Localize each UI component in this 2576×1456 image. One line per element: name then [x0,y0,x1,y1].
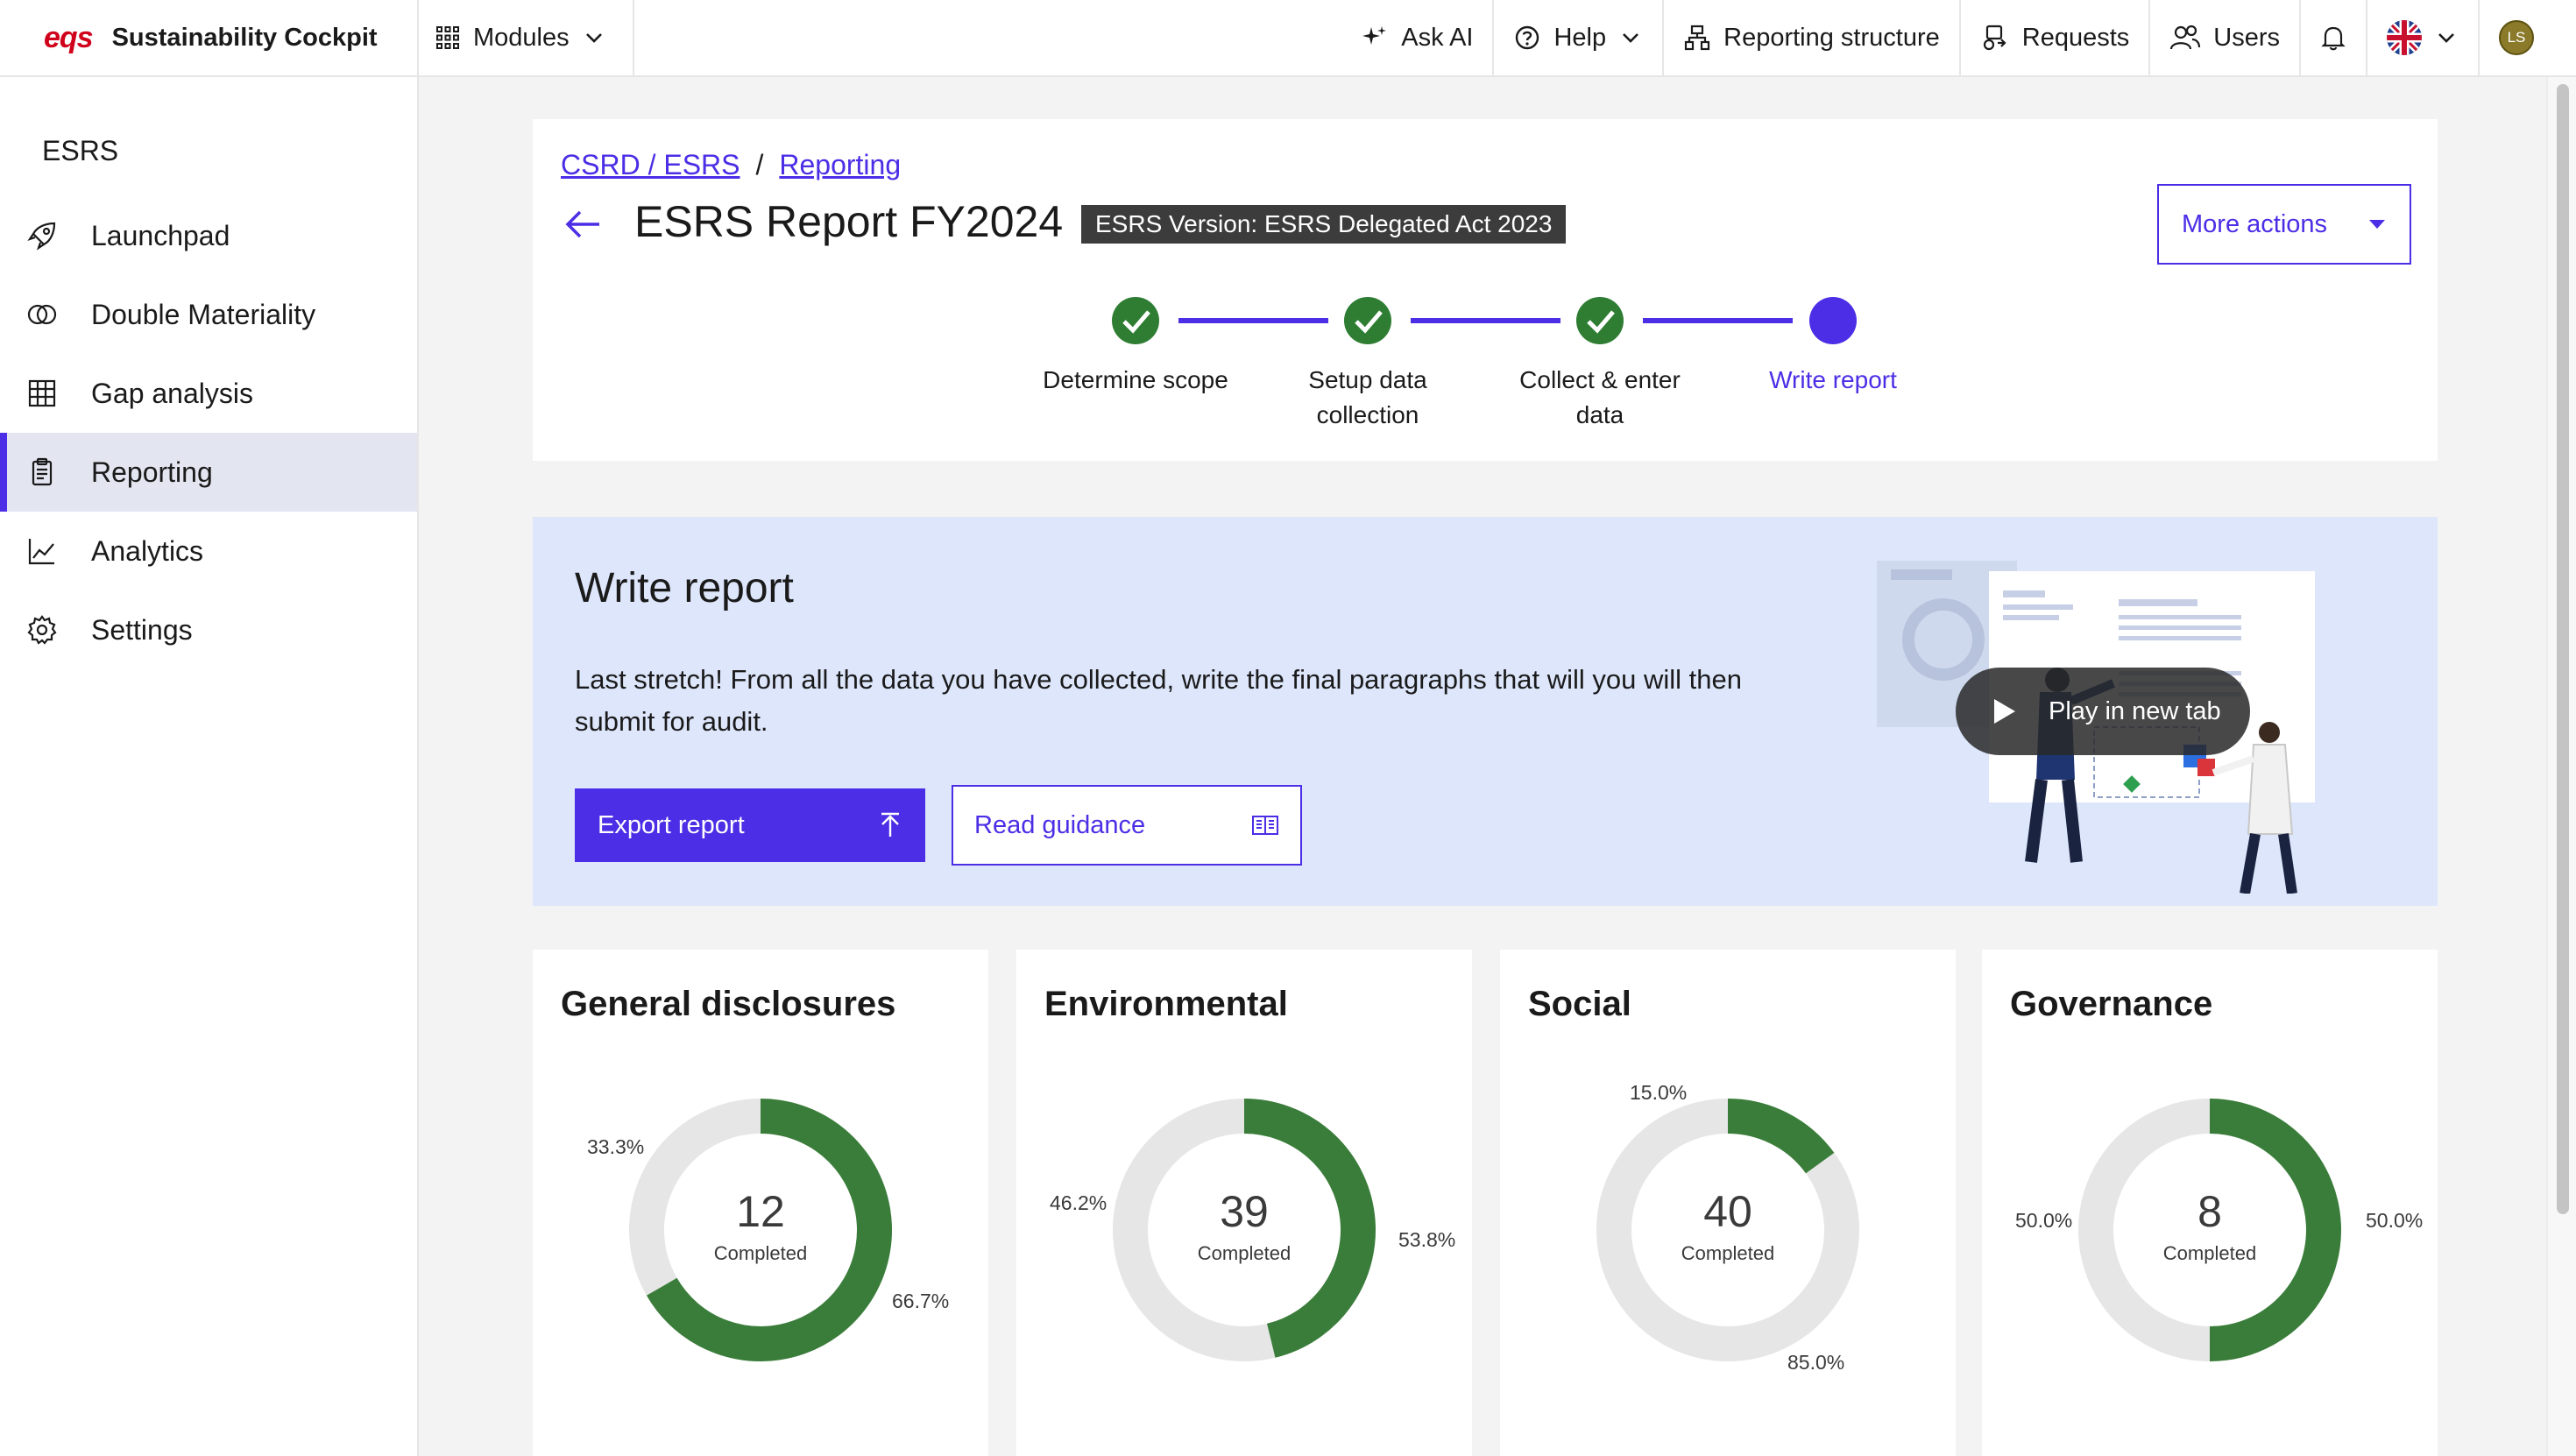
completed-label: Completed [1681,1242,1775,1264]
clipboard-icon [32,457,53,486]
bell-icon [2321,26,2346,51]
help-label: Help [1553,23,1607,52]
eqs-logo: eqs [44,20,94,54]
card-title: Social [1528,985,1631,1023]
sidebar-item-label: Settings [91,613,193,646]
sidebar-item-launchpad[interactable]: Launchpad [0,196,417,275]
sidebar: ESRS Launchpad Double Materiality Gap an… [0,77,419,1456]
completed-label: Completed [713,1242,808,1264]
reporting-structure-label: Reporting structure [1723,23,1940,52]
user-menu[interactable]: LS [2480,0,2576,76]
sidebar-item-label: Gap analysis [91,377,253,409]
donut-completed-percent: 66.7% [892,1290,950,1312]
card-title: Environmental [1044,985,1288,1023]
sidebar-item-label: Launchpad [91,219,230,251]
completed-count: 12 [736,1187,785,1236]
donut-remaining-percent: 85.0% [1787,1351,1845,1374]
step-label-setup-data-collection[interactable]: Setup data collection [1254,363,1482,433]
progress-stepper [1112,297,1857,344]
book-open-icon [1252,816,1278,835]
export-report-label: Export report [598,810,745,839]
chevron-down-icon [585,33,602,43]
chevron-down-icon [1623,33,1639,43]
donut-completed-percent: 46.2% [1050,1191,1108,1214]
reporting-structure-button[interactable]: Reporting structure [1664,0,1961,76]
avatar: LS [2499,20,2534,55]
rocket-icon [27,222,56,251]
help-menu[interactable]: Help [1494,0,1665,76]
donut-remaining-percent: 50.0% [2015,1209,2073,1232]
sidebar-item-reporting[interactable]: Reporting [0,433,417,512]
users-icon [2170,25,2201,50]
modules-menu[interactable]: Modules [419,0,634,76]
brand-name: Sustainability Cockpit [111,23,378,52]
play-icon [1994,699,2015,724]
page-scrollbar[interactable] [2546,77,2576,1456]
help-circle-icon [1516,25,1539,50]
ask-ai-button[interactable]: Ask AI [1341,0,1495,76]
uk-flag-icon [2387,20,2422,55]
read-guidance-button[interactable]: Read guidance [952,785,1302,866]
chevron-down-icon [2438,33,2454,43]
requests-icon [1983,25,2006,51]
overlap-circles-icon [27,304,57,325]
report-header-card: CSRD / ESRS / Reporting ESRS Report FY20… [533,119,2438,461]
sidebar-item-settings[interactable]: Settings [0,590,417,669]
step-label-determine-scope[interactable]: Determine scope [1022,363,1249,398]
sidebar-item-label: Double Materiality [91,298,316,330]
users-button[interactable]: Users [2150,0,2301,76]
completed-count: 40 [1703,1187,1752,1236]
top-bar: eqs Sustainability Cockpit Modules Ask A… [0,0,2576,77]
banner-description: Last stretch! From all the data you have… [575,664,1742,737]
donut-completed-percent: 50.0% [2366,1209,2424,1232]
donut-completed-segment [1727,1099,1835,1174]
users-label: Users [2213,23,2280,52]
scrollbar-thumb[interactable] [2557,84,2569,1214]
ask-ai-label: Ask AI [1401,23,1474,52]
requests-label: Requests [2021,23,2130,52]
sidebar-item-label: Reporting [91,456,213,488]
step-label-collect-enter-data[interactable]: Collect & enter data [1486,363,1714,433]
sidebar-item-label: Analytics [91,534,204,567]
stat-card-social[interactable]: Social 40 Completed 15.0% 85.0% [1500,950,1956,1456]
donut-completed-percent: 15.0% [1630,1081,1688,1104]
donut-remaining-percent: 53.8% [1398,1228,1456,1251]
banner-title: Write report [575,565,794,611]
step-done-check-icon[interactable] [1576,297,1624,344]
donut-remaining-percent: 33.3% [587,1135,645,1158]
modules-label: Modules [473,23,570,52]
sidebar-item-analytics[interactable]: Analytics [0,512,417,590]
org-structure-icon [1685,25,1710,51]
step-done-check-icon[interactable] [1112,297,1159,344]
stat-card-environmental[interactable]: Environmental 39 Completed 46.2% 53.8% [1016,950,1472,1456]
sparkle-icon [1362,26,1387,45]
step-label-write-report[interactable]: Write report [1719,363,1947,398]
sidebar-title: ESRS [42,135,119,166]
brand[interactable]: eqs Sustainability Cockpit [0,0,419,76]
read-guidance-label: Read guidance [974,810,1146,839]
requests-button[interactable]: Requests [1961,0,2151,76]
sidebar-item-double-materiality[interactable]: Double Materiality [0,275,417,354]
write-report-banner: Write report Last stretch! From all the … [533,517,2438,906]
step-done-check-icon[interactable] [1344,297,1391,344]
completed-label: Completed [2162,1242,2257,1264]
card-title: General disclosures [561,985,896,1023]
card-title: Governance [2010,985,2213,1023]
line-chart-icon [28,539,54,565]
grid-dots-icon [436,26,459,49]
grid-icon [28,379,56,407]
sidebar-item-gap-analysis[interactable]: Gap analysis [0,354,417,433]
export-report-button[interactable]: Export report [575,788,925,862]
gear-icon [27,615,57,645]
language-selector[interactable] [2367,0,2480,76]
step-current-dot[interactable] [1809,297,1857,344]
stat-card-governance[interactable]: Governance 8 Completed 50.0% 50.0% [1982,950,2438,1456]
upload-arrow-icon [881,812,899,837]
notifications-button[interactable] [2301,0,2367,76]
play-video-label: Play in new tab [2049,696,2221,725]
play-video-button[interactable]: Play in new tab [1956,668,2250,755]
stat-card-general-disclosures[interactable]: General disclosures 12 Completed 33.3% 6… [533,950,988,1456]
